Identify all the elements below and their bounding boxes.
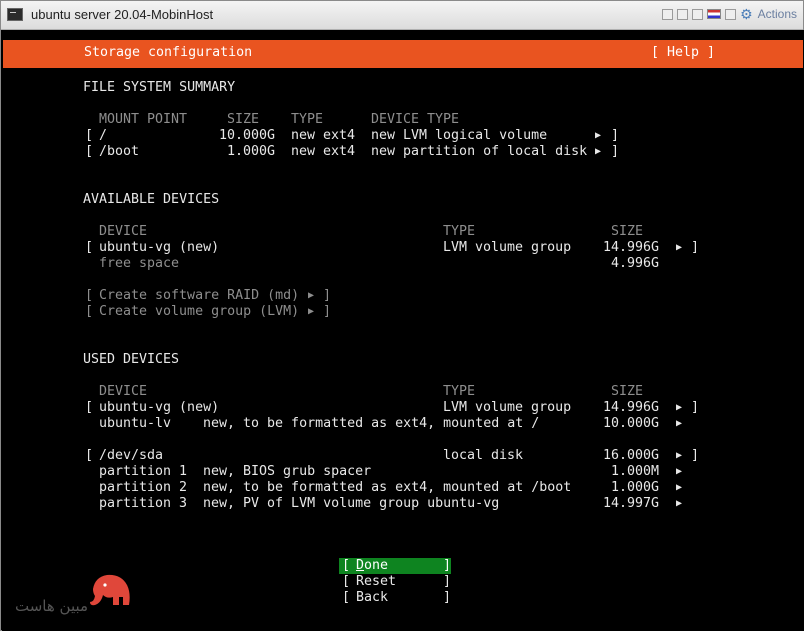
bracket-close: ] (611, 128, 620, 143)
disk-size: 16.000G (603, 448, 660, 463)
fs-summary-heading: FILE SYSTEM SUMMARY (83, 80, 236, 95)
bracket-open: [ (85, 448, 94, 463)
maximize-icon[interactable] (692, 8, 704, 20)
create-vg-label: Create volume group (LVM) (99, 304, 300, 319)
menu-arrow-icon[interactable]: ▶ (595, 128, 601, 144)
col-mount-point: MOUNT POINT (99, 112, 188, 127)
gear-icon[interactable]: ⚙ (740, 7, 753, 21)
done-button[interactable]: [Done] (339, 558, 451, 574)
page-title: Storage configuration (84, 45, 253, 60)
window-title: ubuntu server 20.04-MobinHost (31, 7, 214, 22)
partition-size: 1.000M (611, 464, 660, 479)
terminal-icon (7, 8, 23, 21)
restore-icon[interactable] (677, 8, 689, 20)
col-size: SIZE (227, 112, 260, 127)
menu-arrow-icon[interactable]: ▶ (595, 144, 601, 160)
minimize-icon[interactable] (662, 8, 674, 20)
fs-size: 10.000G (219, 128, 276, 143)
lv-name: ubuntu-lv (99, 416, 172, 431)
device-type: LVM volume group (443, 240, 572, 255)
col-type: TYPE (443, 384, 476, 399)
titlebar-controls: ⚙ Actions (662, 7, 797, 21)
free-space-label: free space (99, 256, 180, 271)
create-raid-label: Create software RAID (md) (99, 288, 300, 303)
fs-mount: /boot (99, 144, 140, 159)
done-hotkey: D (356, 558, 365, 573)
menu-arrow-icon[interactable]: ▶ (676, 496, 682, 512)
mobinhost-logo: مبین هاست (13, 567, 138, 627)
help-button[interactable]: [ Help ] (651, 45, 715, 60)
partition-name: partition 3 (99, 496, 188, 511)
fullscreen-icon[interactable] (725, 8, 737, 20)
lv-desc: new, to be formatted as ext4, mounted at… (203, 416, 540, 431)
reset-label: Reset (356, 574, 397, 589)
col-type: TYPE (443, 224, 476, 239)
header-bar: Storage configuration [ Help ] (3, 40, 803, 68)
terminal-screen: Storage configuration [ Help ] FILE SYST… (2, 30, 804, 631)
col-size: SIZE (611, 384, 644, 399)
back-button[interactable]: [Back] (339, 590, 451, 606)
keyboard-layout-icon[interactable] (707, 9, 722, 19)
reset-button[interactable]: [Reset] (339, 574, 451, 590)
menu-arrow-icon[interactable]: ▶ (676, 464, 682, 480)
bracket-close: ] (691, 448, 700, 463)
partition-desc: new, to be formatted as ext4, mounted at… (203, 480, 572, 495)
actions-menu[interactable]: Actions (758, 7, 797, 21)
menu-arrow-icon[interactable]: ▶ (676, 448, 682, 464)
partition-name: partition 1 (99, 464, 188, 479)
bracket-open: [ (85, 400, 94, 415)
device-name: ubuntu-vg (new) (99, 240, 220, 255)
menu-arrow-icon: ▶ (308, 306, 315, 317)
disk-name: /dev/sda (99, 448, 164, 463)
available-heading: AVAILABLE DEVICES (83, 192, 220, 207)
device-name: ubuntu-vg (new) (99, 400, 220, 415)
used-heading: USED DEVICES (83, 352, 180, 367)
done-label: one (364, 558, 389, 573)
bracket-open: [ (85, 240, 94, 255)
back-label: Back (356, 590, 389, 605)
partition-name: partition 2 (99, 480, 188, 495)
bracket-close: ] (611, 144, 620, 159)
col-device: DEVICE (99, 384, 148, 399)
logo-text: مبین هاست (15, 597, 89, 615)
menu-arrow-icon[interactable]: ▶ (676, 400, 682, 416)
disk-type: local disk (443, 448, 524, 463)
partition-desc: new, PV of LVM volume group ubuntu-vg (203, 496, 500, 511)
fs-device-type: new LVM logical volume (371, 128, 548, 143)
partition-desc: new, BIOS grub spacer (203, 464, 372, 479)
fs-mount: / (99, 128, 108, 143)
device-type: LVM volume group (443, 400, 572, 415)
col-type: TYPE (291, 112, 324, 127)
lv-size: 10.000G (603, 416, 660, 431)
menu-arrow-icon[interactable]: ▶ (676, 416, 682, 432)
fs-size: 1.000G (227, 144, 276, 159)
menu-arrow-icon[interactable]: ▶ (676, 240, 682, 256)
bracket-close: ] (691, 240, 700, 255)
bracket-open: [ (85, 144, 94, 159)
bracket-close: ] (691, 400, 700, 415)
menu-arrow-icon[interactable]: ▶ (676, 480, 682, 496)
col-device-type: DEVICE TYPE (371, 112, 460, 127)
partition-size: 1.000G (611, 480, 660, 495)
col-size: SIZE (611, 224, 644, 239)
device-size: 14.996G (603, 240, 660, 255)
bracket-open: [ (85, 128, 94, 143)
partition-size: 14.997G (603, 496, 660, 511)
vm-window: ubuntu server 20.04-MobinHost ⚙ Actions … (0, 0, 804, 631)
col-device: DEVICE (99, 224, 148, 239)
fs-type: new ext4 (291, 128, 356, 143)
menu-arrow-icon: ▶ (308, 290, 315, 301)
fs-type: new ext4 (291, 144, 356, 159)
free-space-size: 4.996G (611, 256, 660, 271)
device-size: 14.996G (603, 400, 660, 415)
window-titlebar: ubuntu server 20.04-MobinHost ⚙ Actions (1, 1, 803, 30)
fs-device-type: new partition of local disk (371, 144, 588, 159)
